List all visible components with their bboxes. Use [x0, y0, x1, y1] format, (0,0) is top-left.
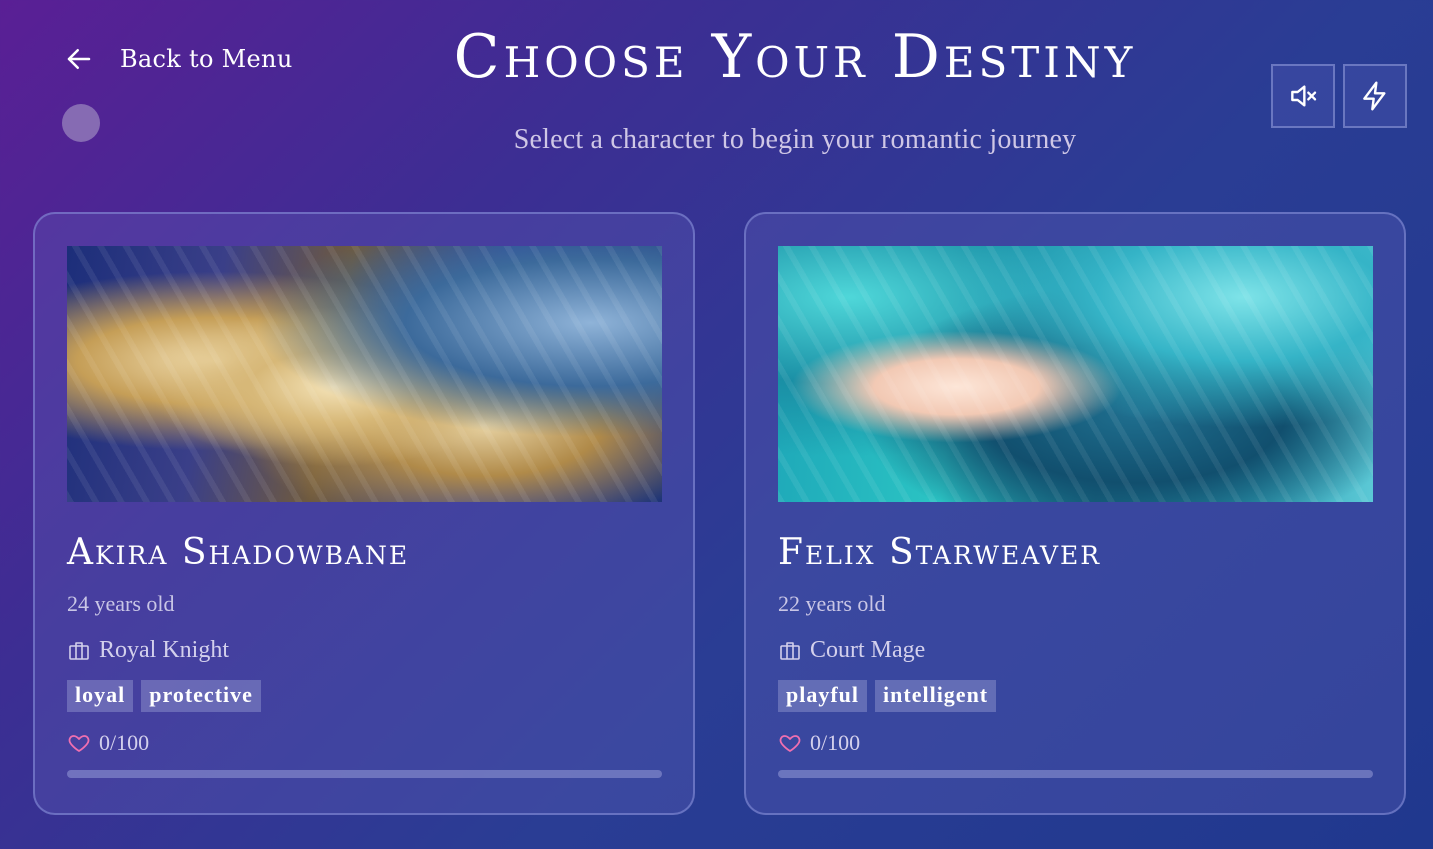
page-title: Choose Your Destiny	[453, 22, 1137, 92]
briefcase-icon	[69, 641, 89, 660]
trait-tag: intelligent	[875, 680, 997, 712]
affection-meter: 0/100	[778, 730, 1372, 756]
heart-icon	[779, 735, 801, 752]
character-role-label: Royal Knight	[99, 637, 229, 663]
volume-mute-icon	[1291, 85, 1317, 107]
affection-meter: 0/100	[67, 730, 661, 756]
character-age: 22 years old	[778, 591, 886, 616]
affection-progress-bar	[778, 770, 1373, 778]
knight-portrait	[67, 246, 662, 502]
briefcase-icon	[780, 641, 800, 660]
mute-button[interactable]	[1271, 64, 1335, 128]
trait-tags: loyal protective	[67, 680, 661, 712]
affection-value: 0/100	[810, 730, 861, 755]
affection-progress-bar	[67, 770, 662, 778]
heart-icon	[68, 735, 90, 752]
trait-tag: playful	[778, 680, 868, 712]
character-name: Felix Starweaver	[778, 532, 1102, 573]
character-role-label: Court Mage	[810, 637, 926, 663]
page-subtitle: Select a character to begin your romanti…	[513, 124, 1077, 155]
quick-action-button[interactable]	[1343, 64, 1407, 128]
lightning-bolt-icon	[1363, 81, 1386, 111]
character-age: 24 years old	[67, 591, 175, 616]
affection-value: 0/100	[99, 730, 150, 755]
character-card-felix[interactable]: Felix Starweaver 22 years old Court Mage…	[744, 212, 1406, 815]
character-role: Royal Knight	[67, 637, 661, 664]
mage-portrait	[778, 246, 1373, 502]
trait-tag: protective	[141, 680, 261, 712]
character-name: Akira Shadowbane	[67, 532, 410, 573]
character-card-akira[interactable]: Akira Shadowbane 24 years old Royal Knig…	[33, 212, 695, 815]
trait-tag: loyal	[67, 680, 134, 712]
trait-tags: playful intelligent	[778, 680, 1372, 712]
character-role: Court Mage	[778, 637, 1372, 664]
